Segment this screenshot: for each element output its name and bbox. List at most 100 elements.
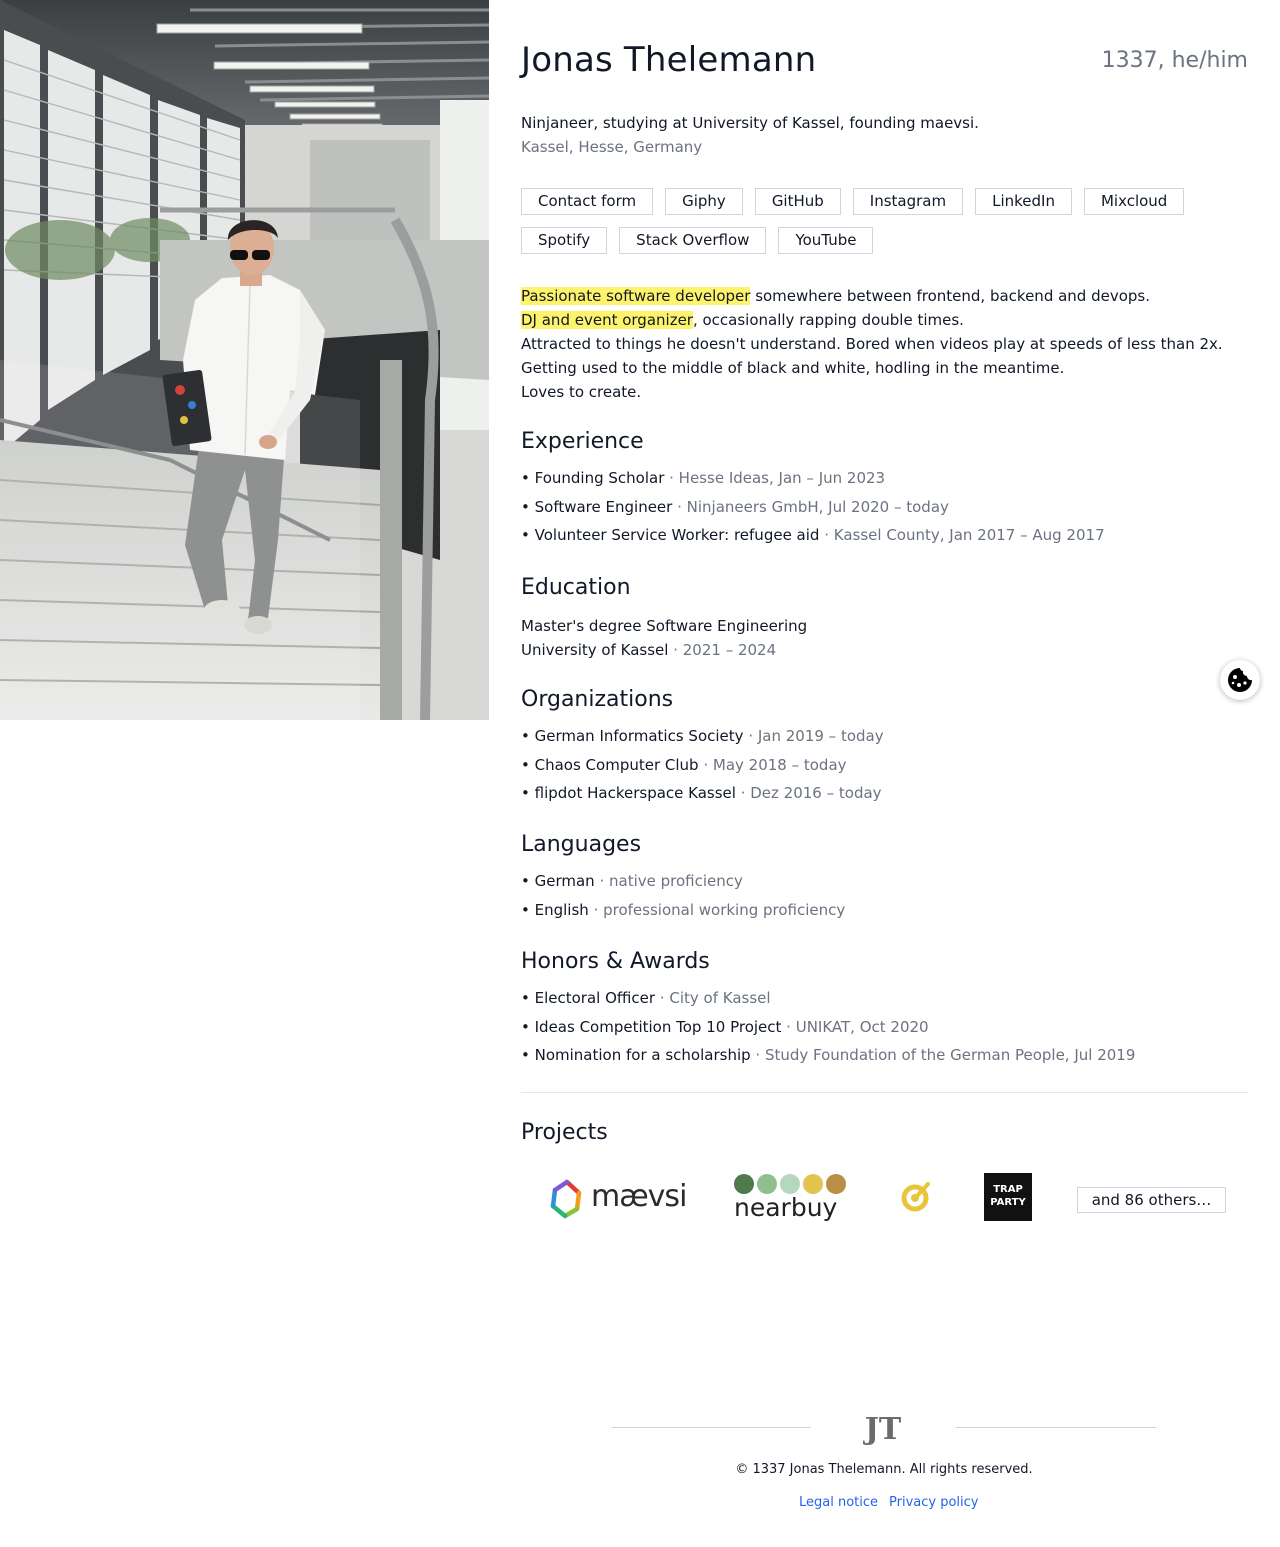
list-item: Nomination for a scholarship · Study Fou… [521, 1045, 1248, 1065]
item-title: Electoral Officer [534, 989, 656, 1007]
education-degree: Master's degree Software Engineering [521, 617, 808, 635]
list-item: Software Engineer · Ninjaneers GmbH, Jul… [521, 497, 1248, 517]
item-title: Ideas Competition Top 10 Project [534, 1017, 782, 1036]
profile-header: Jonas Thelemann 1337, he/him [521, 40, 1248, 84]
bio-text: , occasionally rapping double times. [692, 311, 964, 329]
legal-notice-link[interactable]: Legal notice [799, 1495, 878, 1510]
section-title: Projects [521, 1120, 608, 1145]
list-item: Ideas Competition Top 10 Project · UNIKA… [521, 1017, 1248, 1037]
item-detail: · Ninjaneers GmbH, Jul 2020 – today [672, 497, 949, 516]
bio-text: somewhere between frontend, backend and … [750, 287, 1151, 305]
bio-line: Getting used to the middle of black and … [521, 359, 1065, 377]
maevsi-star-icon [550, 1179, 582, 1219]
bio-line: Attracted to things he doesn't understan… [521, 335, 1223, 353]
item-detail: · City of Kassel [655, 989, 771, 1007]
footer-logo-text: JT [863, 1412, 902, 1445]
experience-section: Experience Founding Scholar · Hesse Idea… [521, 428, 1248, 554]
item-detail: · Hesse Ideas, Jan – Jun 2023 [664, 469, 886, 487]
footer-divider-left [612, 1427, 811, 1428]
item-title: Volunteer Service Worker: refugee aid [534, 526, 820, 545]
trap-party-wordmark: trap party [990, 1184, 1026, 1208]
list-item: Chaos Computer Club · May 2018 – today [521, 755, 1248, 775]
profile-meta: 1337, he/him [1101, 48, 1248, 73]
item-title: Software Engineer [534, 497, 673, 516]
list-item: German · native proficiency [521, 871, 1248, 891]
project-nearbuy-logo[interactable]: nearbuy [734, 1173, 849, 1223]
nearbuy-dots-icon [734, 1174, 846, 1194]
bio-highlight: Passionate software developer [521, 287, 751, 305]
education-entry: Master's degree Software Engineering Uni… [521, 614, 1248, 662]
education-period: · 2021 – 2024 [668, 641, 777, 659]
bio-line: Passionate software developer somewhere … [521, 284, 1223, 308]
profile-tagline: Ninjaneer, studying at University of Kas… [521, 114, 979, 132]
section-title: Education [521, 575, 631, 600]
item-detail: · UNIKAT, Oct 2020 [781, 1017, 929, 1036]
projects-logos: mævsi nearbuy trap party and 86 others… [521, 1173, 1248, 1223]
section-title: Organizations [521, 687, 674, 712]
item-detail: · Kassel County, Jan 2017 – Aug 2017 [819, 526, 1105, 545]
section-title: Experience [521, 429, 644, 454]
item-title: Chaos Computer Club [534, 755, 699, 774]
item-detail: · Study Foundation of the German People,… [750, 1046, 1136, 1065]
list-item: English · professional working proficien… [521, 900, 1248, 920]
item-detail: · Dez 2016 – today [735, 784, 882, 803]
item-detail: · May 2018 – today [698, 755, 847, 774]
list-item: German Informatics Society · Jan 2019 – … [521, 726, 1248, 746]
link-contact-form[interactable]: Contact form [521, 188, 654, 215]
profile-location: Kassel, Hesse, Germany [521, 138, 703, 156]
experience-list: Founding Scholar · Hesse Ideas, Jan – Ju… [521, 468, 1248, 545]
item-title: German [534, 872, 595, 890]
honors-list: Electoral Officer · City of Kassel Ideas… [521, 988, 1248, 1065]
link-github[interactable]: GitHub [754, 188, 841, 215]
link-giphy[interactable]: Giphy [665, 188, 743, 215]
more-projects-button[interactable]: and 86 others… [1077, 1187, 1226, 1213]
project-maevsi-logo[interactable]: mævsi [547, 1177, 687, 1221]
link-stack-overflow[interactable]: Stack Overflow [619, 227, 767, 254]
item-detail: · Jan 2019 – today [743, 727, 884, 745]
list-item: Electoral Officer · City of Kassel [521, 988, 1248, 1008]
bio-line: DJ and event organizer, occasionally rap… [521, 308, 1223, 332]
projects-section: Projects [521, 1119, 1248, 1147]
project-yellow-logo-icon[interactable] [900, 1181, 932, 1213]
link-mixcloud[interactable]: Mixcloud [1083, 188, 1185, 215]
languages-list: German · native proficiency English · pr… [521, 871, 1248, 920]
footer-divider-right [956, 1427, 1156, 1428]
section-title: Languages [521, 832, 642, 857]
item-title: English [534, 900, 589, 919]
education-school-row: University of Kassel · 2021 – 2024 [521, 638, 1248, 662]
link-linkedin[interactable]: LinkedIn [975, 188, 1072, 215]
organizations-list: German Informatics Society · Jan 2019 – … [521, 726, 1248, 803]
nearbuy-wordmark: nearbuy [734, 1193, 838, 1222]
organizations-section: Organizations German Informatics Society… [521, 686, 1248, 812]
education-section: Education Master's degree Software Engin… [521, 574, 1248, 662]
cookie-settings-button[interactable] [1220, 660, 1260, 700]
link-spotify[interactable]: Spotify [521, 227, 608, 254]
profile-photo [0, 0, 489, 720]
section-title: Honors & Awards [521, 949, 710, 974]
item-detail: · professional working proficiency [588, 900, 846, 919]
item-title: German Informatics Society [534, 727, 744, 745]
project-trap-party-logo[interactable]: trap party [984, 1173, 1032, 1221]
bio-line: Loves to create. [521, 383, 642, 401]
item-title: Nomination for a scholarship [534, 1046, 751, 1065]
list-item: Volunteer Service Worker: refugee aid · … [521, 525, 1248, 545]
link-youtube[interactable]: YouTube [778, 227, 874, 254]
privacy-policy-link[interactable]: Privacy policy [889, 1495, 978, 1510]
item-title: Founding Scholar [534, 469, 665, 487]
footer-copyright: © 1337 Jonas Thelemann. All rights reser… [735, 1462, 1033, 1477]
link-instagram[interactable]: Instagram [852, 188, 964, 215]
section-divider [521, 1092, 1248, 1093]
profile-name: Jonas Thelemann [521, 40, 817, 80]
bio: Passionate software developer somewhere … [521, 284, 1223, 404]
bio-highlight: DJ and event organizer [521, 311, 693, 329]
social-links: Contact form Giphy GitHub Instagram Link… [521, 188, 1261, 254]
education-school: University of Kassel [521, 641, 669, 659]
languages-section: Languages German · native proficiency En… [521, 831, 1248, 928]
cookie-icon [1228, 668, 1252, 692]
item-title: flipdot Hackerspace Kassel [534, 784, 736, 803]
list-item: Founding Scholar · Hesse Ideas, Jan – Ju… [521, 468, 1248, 488]
item-detail: · native proficiency [594, 872, 743, 890]
footer-logo: JT [863, 1412, 902, 1445]
maevsi-wordmark: mævsi [591, 1179, 687, 1214]
honors-section: Honors & Awards Electoral Officer · City… [521, 948, 1248, 1074]
